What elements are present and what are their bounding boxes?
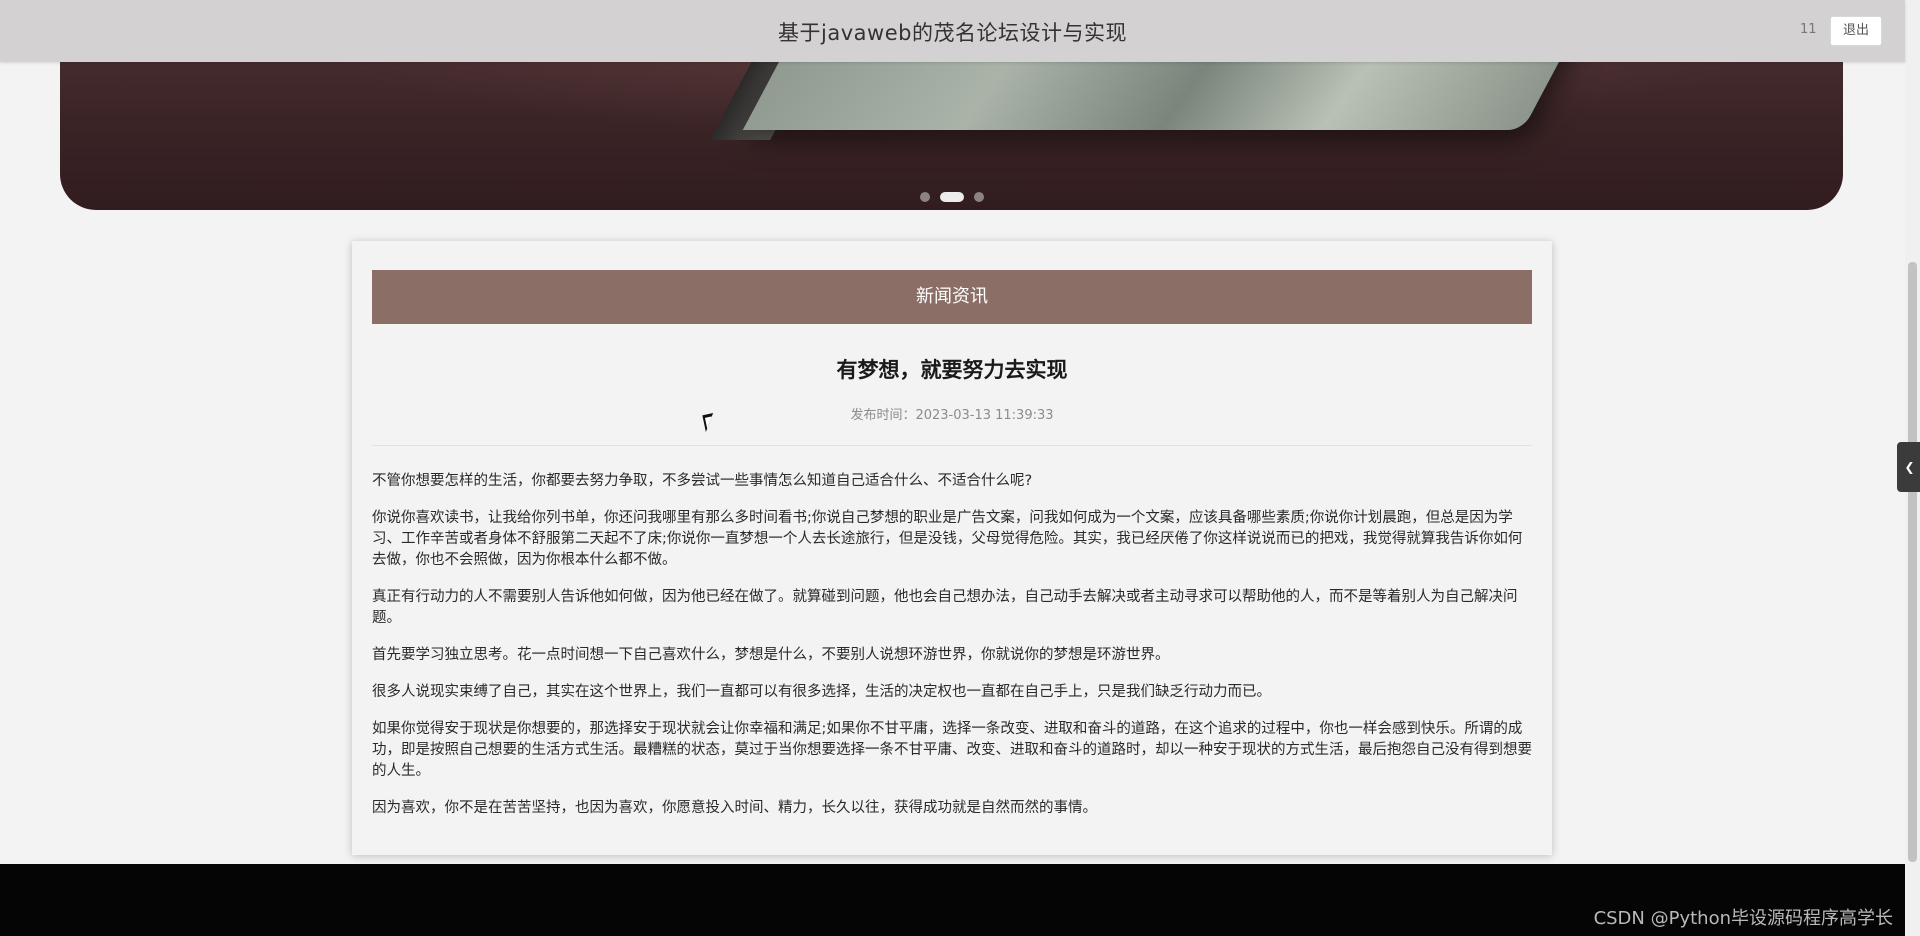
carousel-indicators [60,192,1843,202]
carousel-dot-2[interactable] [939,192,964,202]
top-header: 基于javaweb的茂名论坛设计与实现 11 退出 [0,0,1905,62]
article-body: 不管你想要怎样的生活，你都要去努力争取，不多尝试一些事情怎么知道自己适合什么、不… [372,471,1532,835]
article-paragraph: 如果你觉得安于现状是你想要的，那选择安于现状就会让你幸福和满足;如果你不甘平庸，… [372,721,1532,779]
article-paragraph: 首先要学习独立思考。花一点时间想一下自己喜欢什么，梦想是什么，不要别人说想环游世… [372,647,1170,663]
site-title: 基于javaweb的茂名论坛设计与实现 [778,21,1127,45]
article-paragraph: 因为喜欢，你不是在苦苦坚持，也因为喜欢，你愿意投入时间、精力，长久以往，获得成功… [372,800,1097,816]
section-heading: 新闻资讯 [372,270,1532,324]
logout-button[interactable]: 退出 [1830,16,1882,46]
scrollbar-thumb[interactable] [1908,262,1917,862]
carousel-dot-1[interactable] [919,192,930,202]
page-footer: CSDN @Python毕设源码程序高学长 [0,864,1905,936]
article-paragraph: 不管你想要怎样的生活，你都要去努力争取，不多尝试一些事情怎么知道自己适合什么、不… [372,473,1033,489]
divider [372,445,1532,446]
chevron-left-icon[interactable]: ❮ [1897,442,1920,492]
article-paragraph: 你说你喜欢读书，让我给你列书单，你还问我哪里有那么多时间看书;你说自己梦想的职业… [372,510,1523,568]
username-label[interactable]: 11 [1800,22,1817,37]
article-publish-time: 发布时间：2023-03-13 11:39:33 [850,408,1054,423]
news-detail-card: 新闻资讯 有梦想，就要努力去实现 发布时间：2023-03-13 11:39:3… [352,241,1552,855]
article-paragraph: 真正有行动力的人不需要别人告诉他如何做，因为他已经在做了。就算碰到问题，他也会自… [372,589,1518,626]
article-paragraph: 很多人说现实束缚了自己，其实在这个世界上，我们一直都可以有很多选择，生活的决定权… [372,684,1271,700]
article-title: 有梦想，就要努力去实现 [836,358,1068,382]
carousel-dot-3[interactable] [973,192,984,202]
watermark-text: CSDN @Python毕设源码程序高学长 [1593,908,1893,929]
